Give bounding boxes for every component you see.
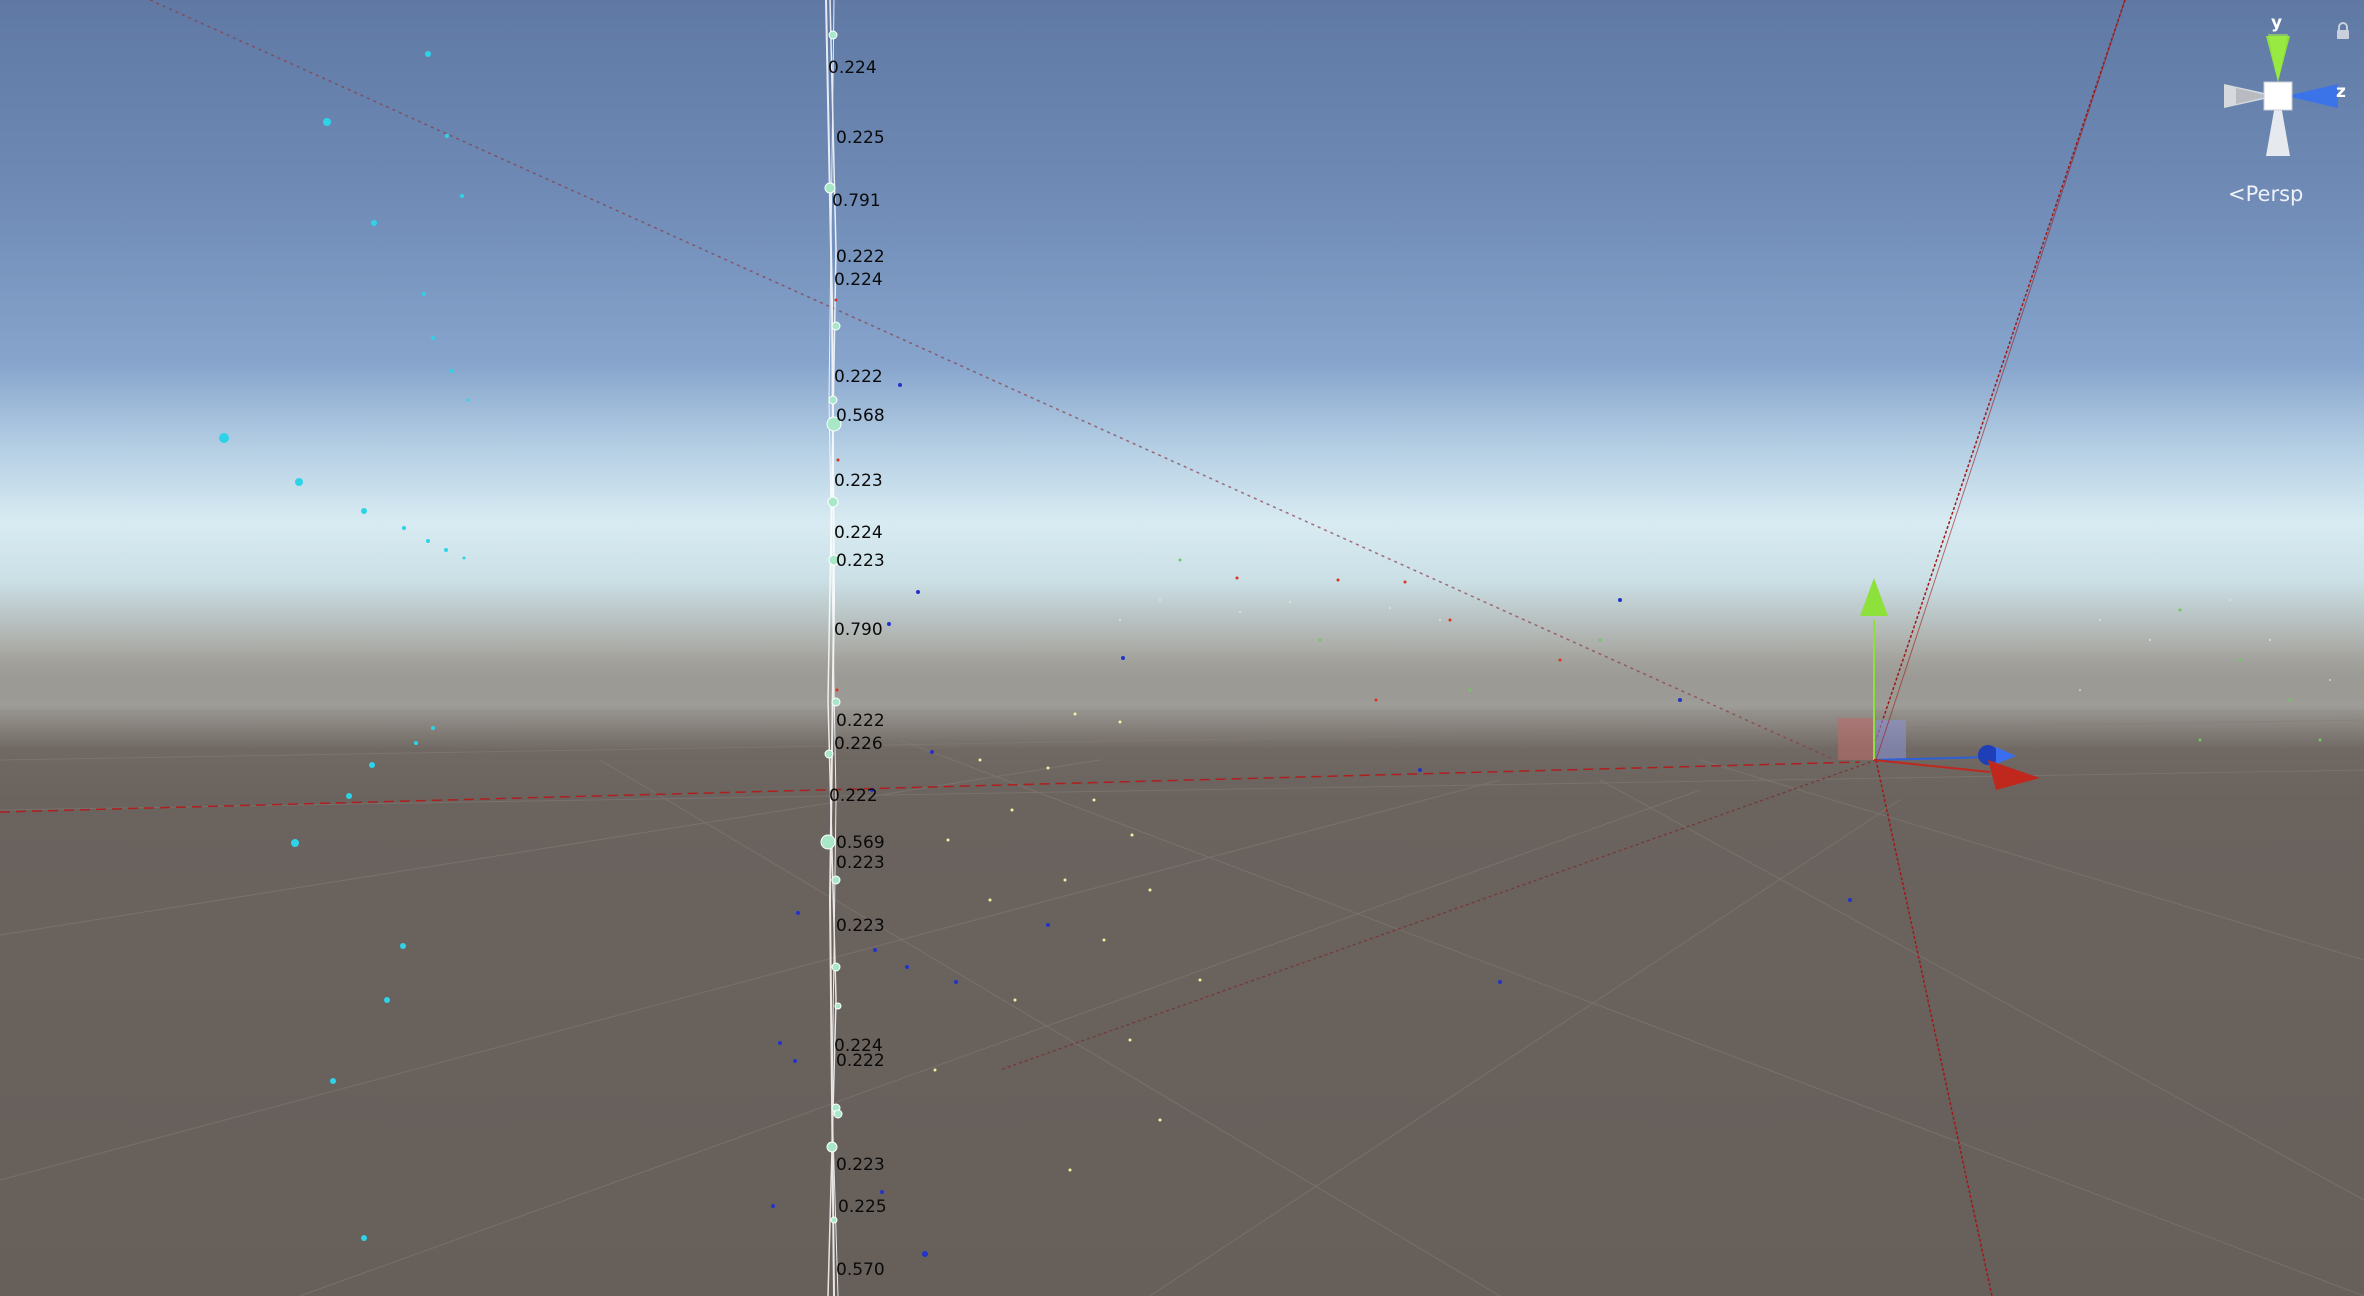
reference-lines (0, 0, 2126, 1296)
value-label: 0.223 (836, 551, 885, 571)
particles-red (834, 298, 1562, 702)
value-label: 0.225 (838, 1197, 887, 1217)
value-label: 0.225 (836, 128, 885, 148)
gizmo-z-label[interactable]: z (2336, 82, 2346, 102)
projection-label: Persp (2245, 182, 2304, 206)
value-label: 0.790 (834, 620, 883, 640)
ground-grid (0, 719, 2364, 1296)
particles-white (1119, 599, 2331, 691)
cyan-points (219, 51, 470, 1241)
value-label: 0.223 (836, 916, 885, 936)
value-label: 0.223 (834, 471, 883, 491)
value-label: 0.222 (836, 711, 885, 731)
particles-blue (771, 383, 1852, 1257)
value-label: 0.791 (832, 191, 881, 211)
move-tool-gizmo-icon (1838, 0, 2126, 790)
gizmo-y-label[interactable]: y (2271, 13, 2282, 33)
value-label: 0.226 (834, 734, 883, 754)
particles-green (1178, 558, 2322, 742)
value-label: 0.222 (834, 367, 883, 387)
value-label: 0.224 (834, 523, 883, 543)
value-label: 0.222 (836, 1051, 885, 1071)
lock-icon[interactable] (2335, 22, 2351, 40)
scene-geometry (0, 0, 2364, 1296)
value-label: 0.568 (836, 406, 885, 426)
projection-toggle[interactable]: <Persp (2228, 182, 2303, 206)
scene-view[interactable]: 0.224 0.225 0.791 0.222 0.224 0.222 0.56… (0, 0, 2364, 1296)
value-label: 0.224 (828, 58, 877, 78)
value-label: 0.223 (836, 853, 885, 873)
value-label: 0.223 (836, 1155, 885, 1175)
value-label: 0.570 (836, 1260, 885, 1280)
value-label: 0.224 (834, 270, 883, 290)
orientation-gizmo-icon[interactable]: y z (2208, 8, 2348, 208)
chevron-left-icon: < (2228, 182, 2246, 206)
value-label: 0.569 (836, 833, 885, 853)
value-label: 0.222 (829, 786, 878, 806)
value-label: 0.222 (836, 247, 885, 267)
